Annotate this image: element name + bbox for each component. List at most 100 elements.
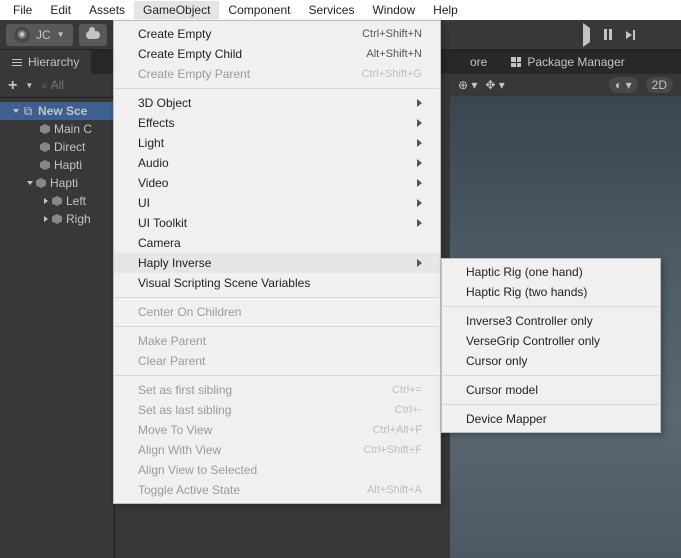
menu-services[interactable]: Services [299, 1, 363, 19]
menu-item[interactable]: Visual Scripting Scene Variables [114, 273, 440, 293]
menu-item-label: Create Empty Child [138, 47, 336, 61]
submenu-arrow-icon [417, 199, 422, 207]
submenu-arrow-icon [417, 219, 422, 227]
pause-button[interactable] [604, 29, 612, 40]
menu-item: Toggle Active State Alt+Shift+A [114, 480, 440, 500]
menu-item: Make Parent [114, 331, 440, 351]
chevron-down-icon[interactable]: ▼ [25, 81, 33, 90]
cube-icon [40, 124, 50, 134]
menu-item[interactable]: Video [114, 173, 440, 193]
menu-shortcut: Ctrl+= [392, 384, 422, 396]
menu-help[interactable]: Help [424, 1, 467, 19]
menu-assets[interactable]: Assets [80, 1, 134, 19]
tab-package-manager[interactable]: Package Manager [511, 55, 624, 69]
menu-gameobject[interactable]: GameObject [134, 1, 219, 19]
search-input[interactable]: ⌕ All [41, 78, 64, 93]
menu-item[interactable]: Light [114, 133, 440, 153]
tab-hierarchy[interactable]: Hierarchy [0, 50, 91, 74]
submenu-arrow-icon [417, 99, 422, 107]
cloud-icon [86, 31, 100, 39]
add-button[interactable]: + [8, 77, 17, 95]
package-icon [511, 57, 521, 67]
menu-item-label: 3D Object [138, 96, 377, 110]
expand-icon[interactable] [13, 109, 19, 113]
menu-separator [443, 375, 659, 376]
menu-separator [115, 297, 439, 298]
submenu-arrow-icon [417, 139, 422, 147]
menu-item[interactable]: Haply Inverse [114, 253, 440, 273]
pivot-button[interactable]: ⊕ ▾ [458, 78, 477, 92]
menu-item[interactable]: Haptic Rig (one hand) [442, 262, 660, 282]
menu-item[interactable]: UI Toolkit [114, 213, 440, 233]
menu-file[interactable]: File [4, 1, 41, 19]
menu-item[interactable]: Cursor model [442, 380, 660, 400]
cloud-button[interactable] [79, 24, 107, 46]
menu-item[interactable]: Camera [114, 233, 440, 253]
menu-separator [443, 404, 659, 405]
hierarchy-icon [12, 59, 22, 66]
tab-stub[interactable]: ore [470, 55, 487, 69]
play-button[interactable] [583, 28, 590, 42]
step-button[interactable] [626, 30, 635, 40]
expand-icon[interactable] [44, 216, 48, 222]
hierarchy-item[interactable]: Main C [0, 120, 115, 138]
menu-item[interactable]: VerseGrip Controller only [442, 331, 660, 351]
menu-separator [115, 326, 439, 327]
hierarchy-item[interactable]: Direct [0, 138, 115, 156]
menu-item: Align View to Selected [114, 460, 440, 480]
cube-icon [52, 196, 62, 206]
menu-item: Clear Parent [114, 351, 440, 371]
tab-label: Package Manager [527, 55, 624, 69]
submenu-arrow-icon [417, 159, 422, 167]
cube-icon [36, 178, 46, 188]
menu-item[interactable]: Effects [114, 113, 440, 133]
hierarchy-item[interactable]: Hapti [0, 156, 115, 174]
scene-toolbar: ⊕ ▾ ✥ ▾ ◐ ▾ 2D [450, 74, 681, 96]
node-label: Hapti [54, 158, 82, 172]
menu-item[interactable]: Create Empty ChildAlt+Shift+N [114, 44, 440, 64]
menu-item[interactable]: Device Mapper [442, 409, 660, 429]
node-label: Direct [54, 140, 85, 154]
gameobject-menu: Create EmptyCtrl+Shift+NCreate Empty Chi… [113, 20, 441, 504]
cube-icon [52, 214, 62, 224]
menu-item-label: Create Empty Parent [138, 67, 331, 81]
menu-item-label: Align View to Selected [138, 463, 422, 477]
menu-shortcut: Alt+Shift+A [367, 484, 422, 496]
menu-item-label: Video [138, 176, 377, 190]
mode-2d-button[interactable]: 2D [646, 77, 673, 93]
account-button[interactable]: ◉ JC ▼ [6, 24, 73, 46]
menu-window[interactable]: Window [363, 1, 424, 19]
menu-item: Set as last siblingCtrl+- [114, 400, 440, 420]
search-icon: ⌕ [41, 78, 48, 92]
menu-item[interactable]: Haptic Rig (two hands) [442, 282, 660, 302]
menu-item-label: Toggle Active State [138, 483, 337, 497]
menu-item: Create Empty ParentCtrl+Shift+G [114, 64, 440, 84]
expand-icon[interactable] [27, 181, 33, 185]
menu-item[interactable]: 3D Object [114, 93, 440, 113]
hierarchy-item[interactable]: Hapti [0, 174, 115, 192]
unity-logo-icon: ⧉ [22, 105, 34, 117]
menu-item[interactable]: Cursor only [442, 351, 660, 371]
menu-item: Center On Children [114, 302, 440, 322]
hierarchy-item[interactable]: Left [0, 192, 115, 210]
menu-item-label: Clear Parent [138, 354, 422, 368]
handle-button[interactable]: ✥ ▾ [485, 78, 504, 92]
menu-component[interactable]: Component [219, 1, 299, 19]
menu-separator [115, 88, 439, 89]
hierarchy-tree: ⧉ New Sce Main C Direct Hapti Hapti Left… [0, 98, 115, 232]
menu-item[interactable]: Create EmptyCtrl+Shift+N [114, 24, 440, 44]
tab-label: Hierarchy [28, 55, 79, 69]
menu-edit[interactable]: Edit [41, 1, 80, 19]
scene-label: New Sce [38, 104, 87, 118]
shading-button[interactable]: ◐ ▾ [609, 77, 638, 93]
menu-item[interactable]: Inverse3 Controller only [442, 311, 660, 331]
menu-item-label: Align With View [138, 443, 333, 457]
menu-item[interactable]: UI [114, 193, 440, 213]
menu-item[interactable]: Audio [114, 153, 440, 173]
cube-icon [40, 142, 50, 152]
scene-node[interactable]: ⧉ New Sce [0, 102, 115, 120]
expand-icon[interactable] [44, 198, 48, 204]
node-label: Hapti [50, 176, 78, 190]
hierarchy-item[interactable]: Righ [0, 210, 115, 228]
node-label: Righ [66, 212, 91, 226]
